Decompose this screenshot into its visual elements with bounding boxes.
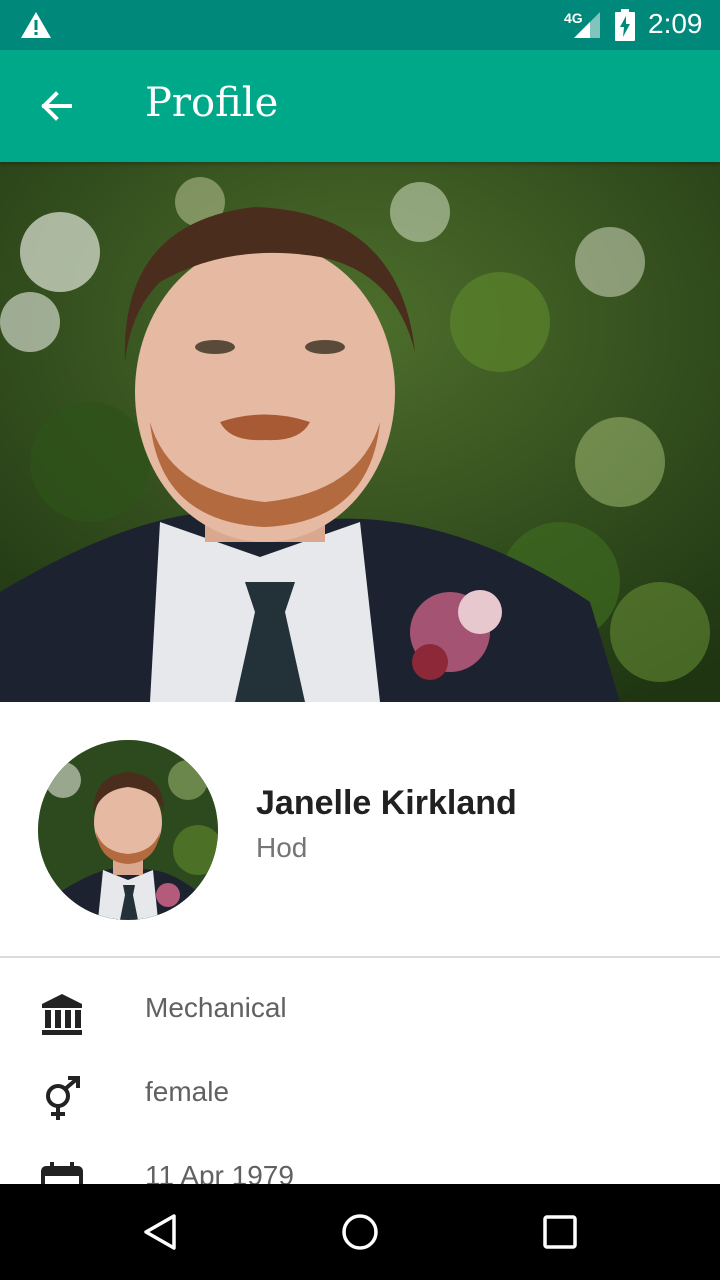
status-time: 2:09 — [648, 8, 703, 39]
bank-icon — [42, 994, 82, 1035]
app-bar: Profile — [0, 50, 720, 162]
detail-value: female — [145, 1076, 230, 1107]
gender-icon — [46, 1076, 80, 1120]
divider — [0, 956, 720, 958]
recents-square-icon[interactable] — [540, 1212, 580, 1252]
page-title: Profile — [145, 80, 279, 126]
signal-icon: 4G — [562, 8, 602, 40]
detail-row-department: Mechanical — [0, 970, 720, 1054]
profile-name: Janelle Kirkland — [256, 784, 517, 822]
detail-row-gender: female — [0, 1054, 720, 1138]
back-triangle-icon[interactable] — [140, 1212, 180, 1252]
battery-charging-icon — [615, 9, 635, 41]
home-circle-icon[interactable] — [340, 1212, 380, 1252]
avatar[interactable] — [38, 740, 218, 920]
detail-value: Mechanical — [145, 992, 287, 1023]
profile-header: Janelle Kirkland Hod — [0, 702, 720, 957]
arrow-back-icon[interactable] — [30, 80, 82, 132]
cover-photo — [0, 162, 720, 702]
navigation-bar — [0, 1184, 720, 1280]
warning-icon — [21, 12, 51, 38]
status-bar: 4G 2:09 — [0, 0, 720, 50]
profile-role: Hod — [256, 832, 308, 863]
